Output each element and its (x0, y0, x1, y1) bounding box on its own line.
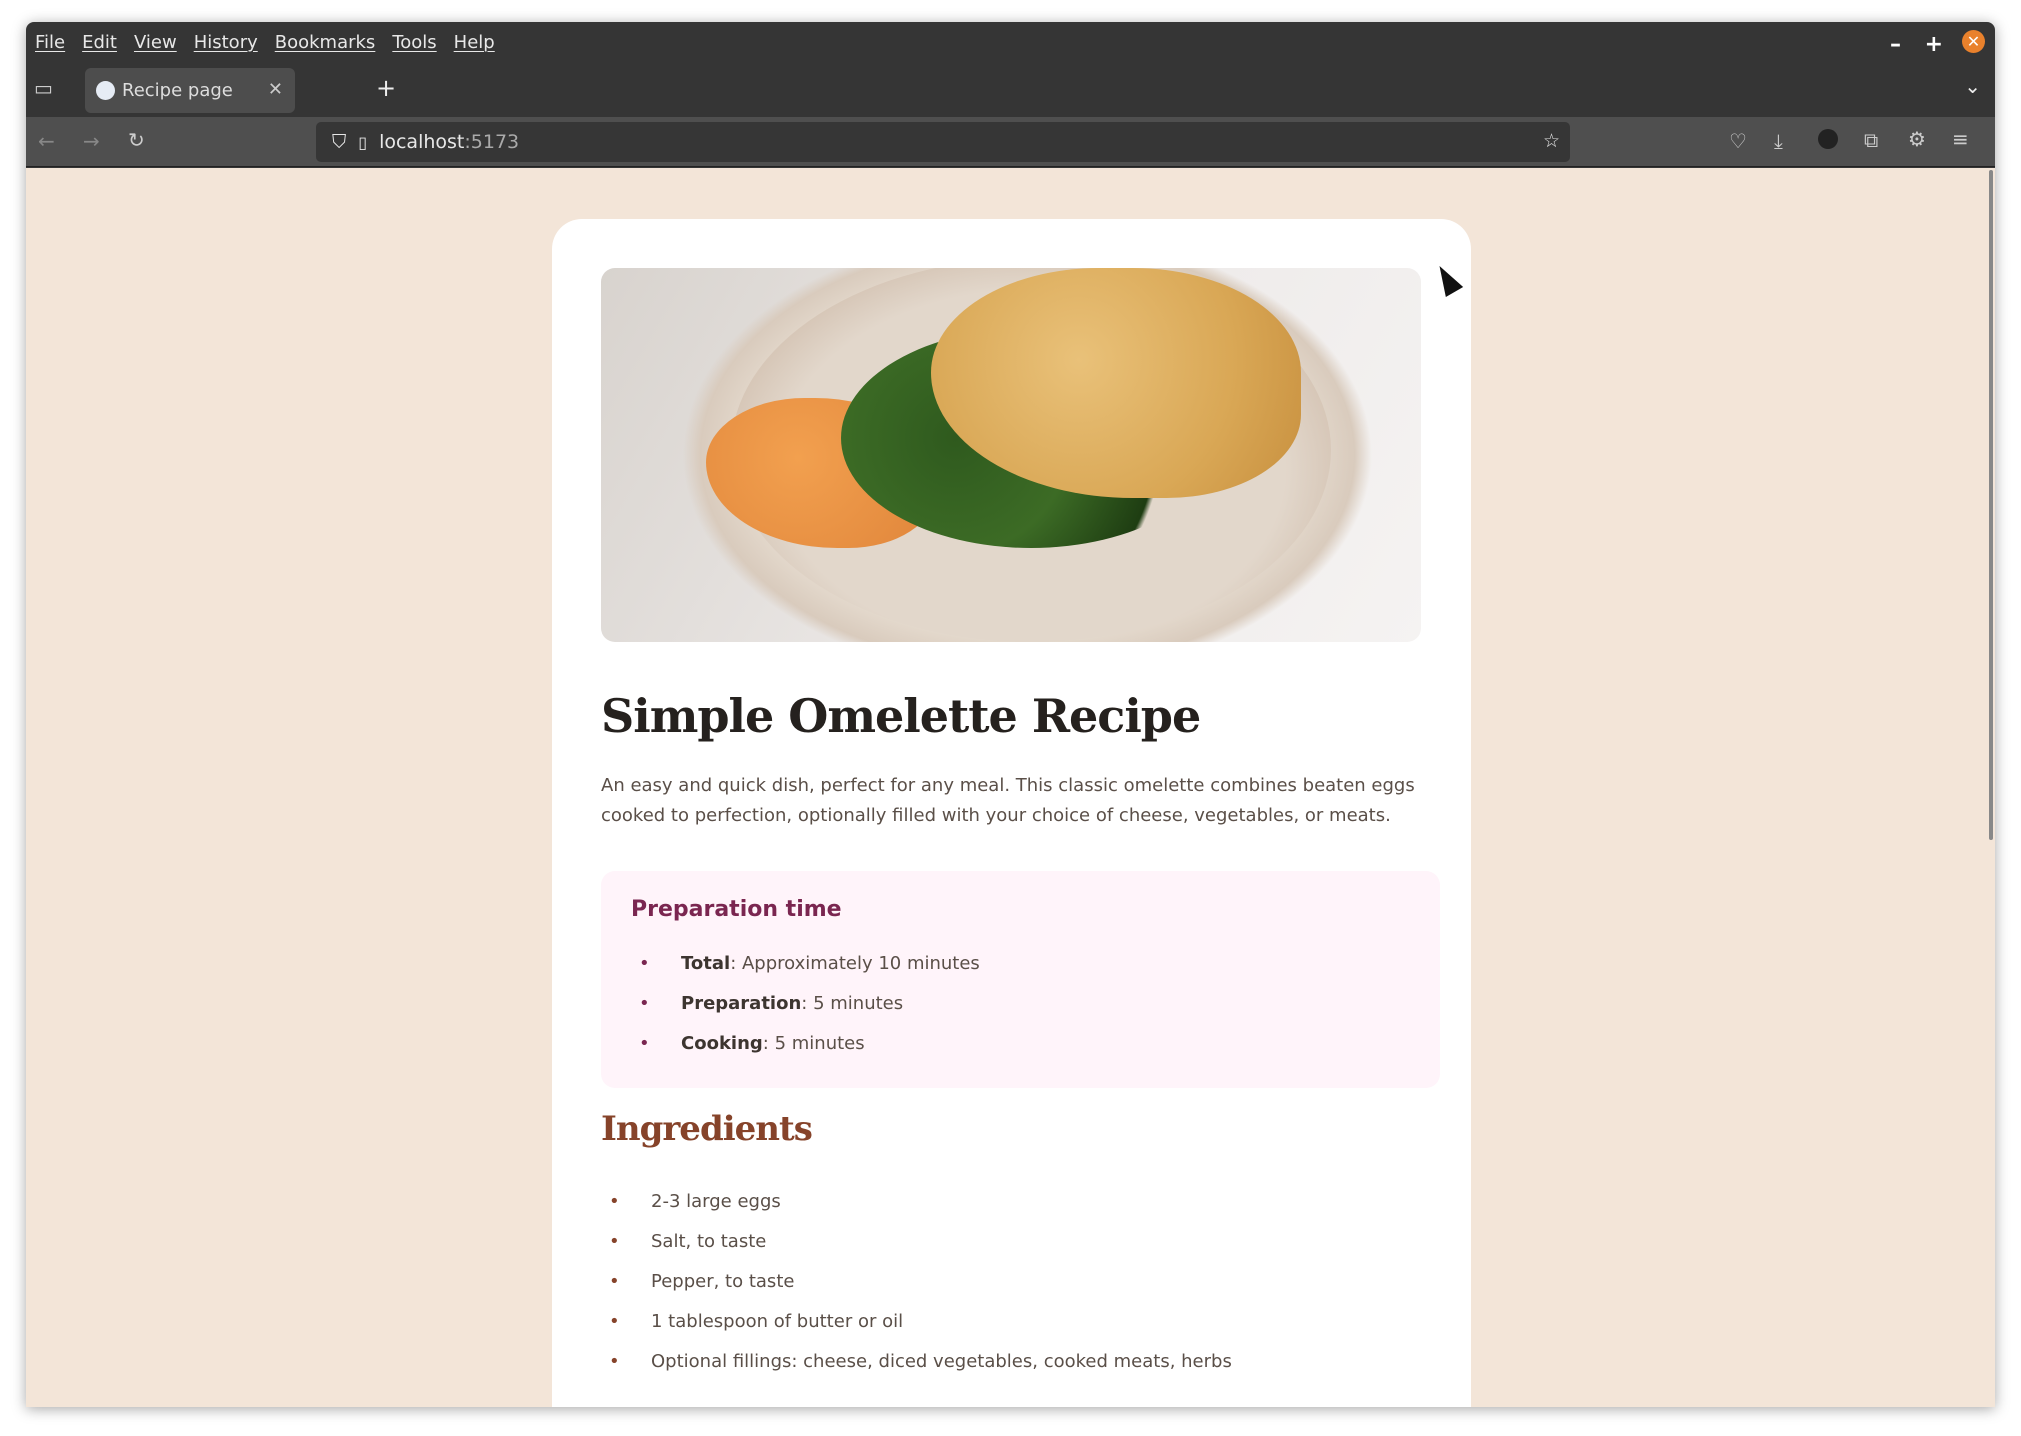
menu-help[interactable]: Help (454, 32, 495, 53)
close-tab-icon[interactable]: ✕ (268, 79, 283, 100)
new-tab-icon[interactable]: + (376, 74, 396, 102)
page-title: Simple Omelette Recipe (601, 689, 1201, 743)
prep-heading: Preparation time (631, 897, 842, 922)
pocket-icon[interactable]: ♡ (1729, 129, 1747, 153)
ingredients-heading: Ingredients (601, 1109, 813, 1149)
menu-tools[interactable]: Tools (392, 32, 436, 53)
reload-icon[interactable]: ↻ (128, 128, 145, 152)
maximize-button[interactable]: + (1925, 32, 1943, 57)
forward-icon[interactable]: → (83, 129, 100, 153)
bookmark-star-icon[interactable]: ☆ (1543, 130, 1560, 152)
menu-file[interactable]: File (35, 32, 65, 53)
favicon-icon (96, 81, 115, 100)
ingredient-item: • Pepper, to taste (609, 1271, 795, 1292)
scrollbar[interactable] (1989, 170, 1993, 840)
menu-history[interactable]: History (194, 32, 258, 53)
menu-bar: File Edit View History Bookmarks Tools H… (26, 22, 1995, 62)
prep-item: • Total: Approximately 10 minutes (639, 953, 980, 974)
recipe-intro: An easy and quick dish, perfect for any … (601, 775, 1415, 826)
ingredient-item: • 2-3 large eggs (609, 1191, 781, 1212)
settings-gear-icon[interactable]: ⚙ (1908, 127, 1926, 151)
menu-view[interactable]: View (134, 32, 177, 53)
download-icon[interactable]: ⤓ (1774, 129, 1783, 153)
recipe-card: Simple Omelette Recipe An easy and quick… (552, 219, 1471, 1407)
menu-bookmarks[interactable]: Bookmarks (275, 32, 376, 53)
ingredients-list: • 2-3 large eggs • Salt, to taste • Pepper,… (601, 1191, 1232, 1391)
tab-recipe-page[interactable]: Recipe page ✕ (85, 68, 295, 113)
minimize-button[interactable]: – (1890, 32, 1901, 57)
url-port: :5173 (464, 131, 520, 153)
page-viewport: Simple Omelette Recipe An easy and quick… (26, 168, 1995, 1407)
omelette-image (601, 268, 1421, 642)
url-host: localhost (379, 131, 465, 153)
ingredient-item: • 1 tablespoon of butter or oil (609, 1311, 904, 1332)
navigation-bar: ← → ↻ ⛉ ▯ localhost:5173 ☆ ♡ ⤓ ⧉ ⚙ ≡ (26, 117, 1995, 167)
tab-strip: ▭ Recipe page ✕ + ⌄ (26, 62, 1995, 117)
back-icon[interactable]: ← (38, 129, 55, 153)
extensions-icon[interactable]: ⧉ (1864, 128, 1878, 152)
prep-item: • Preparation: 5 minutes (639, 993, 904, 1014)
shield-icon[interactable]: ⛉ (332, 131, 346, 153)
app-menu-icon[interactable]: ≡ (1952, 127, 1969, 151)
close-window-button[interactable]: ✕ (1962, 30, 1985, 53)
tab-list-chevron-icon[interactable]: ⌄ (1964, 74, 1981, 98)
page-icon: ▯ (358, 132, 368, 152)
browser-window: File Edit View History Bookmarks Tools H… (26, 22, 1995, 1407)
tab-title: Recipe page (122, 80, 233, 101)
url-bar[interactable]: ⛉ ▯ localhost:5173 ☆ (316, 122, 1570, 162)
preparation-time-box: Preparation time • Total: Approximately 1… (601, 871, 1440, 1088)
menu-edit[interactable]: Edit (82, 32, 117, 53)
ingredient-item: • Salt, to taste (609, 1231, 767, 1252)
account-avatar[interactable] (1818, 129, 1838, 149)
prep-item: • Cooking: 5 minutes (639, 1033, 865, 1054)
ingredient-item: • Optional fillings: cheese, diced vegeta… (609, 1351, 1232, 1372)
tab-overview-icon[interactable]: ▭ (34, 76, 53, 100)
